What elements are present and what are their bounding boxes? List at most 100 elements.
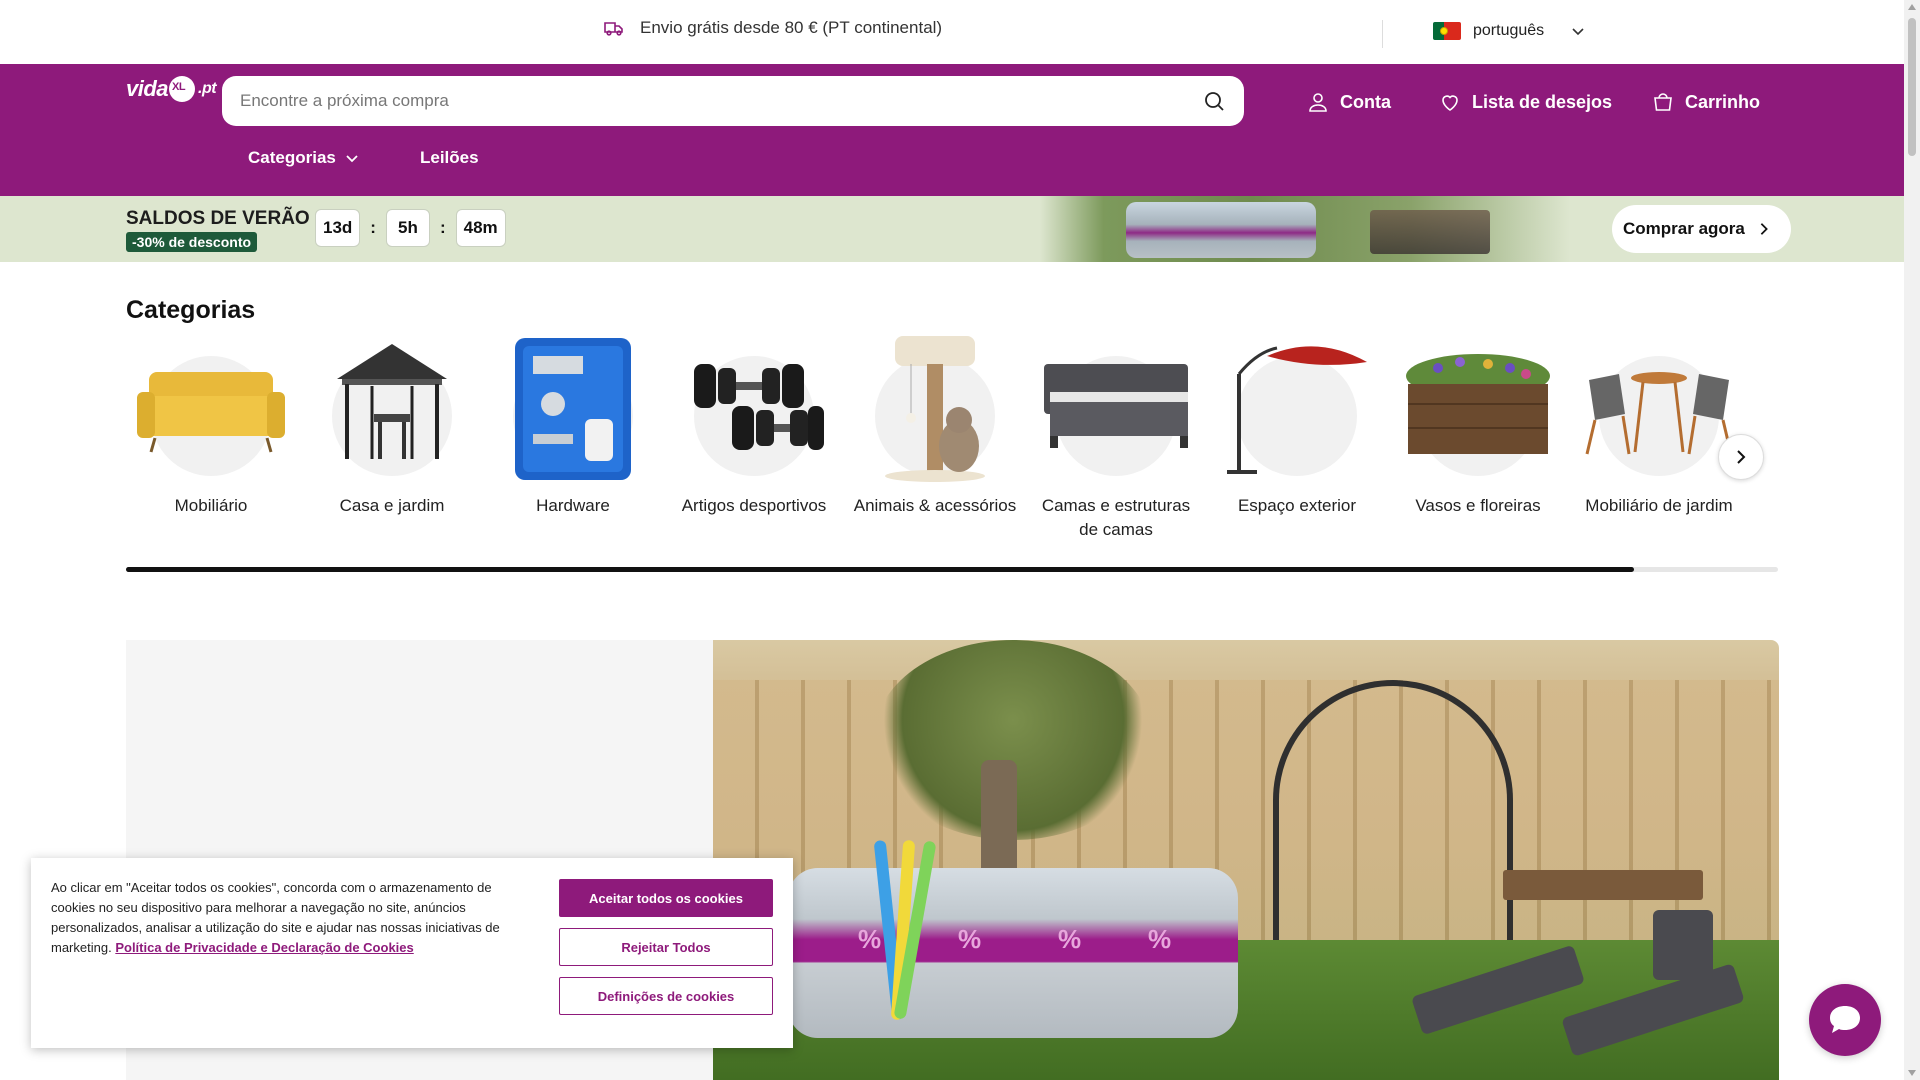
countdown-timer: 13d : 5h : 48m [315, 209, 506, 247]
category-planters[interactable]: Vasos e floreiras [1393, 334, 1563, 518]
accept-all-cookies-button[interactable]: Aceitar todos os cookies [559, 879, 773, 917]
category-beds[interactable]: Camas e estruturas de camas [1031, 334, 1201, 542]
category-image [131, 334, 291, 484]
category-image [674, 334, 834, 484]
category-garden-furniture[interactable]: Mobiliário de jardim [1574, 334, 1744, 518]
category-label: Animais & acessórios [853, 496, 1017, 515]
shop-now-button[interactable]: Comprar agora [1612, 205, 1791, 253]
chevron-right-icon [1760, 223, 1768, 235]
patio-set-illustration [1370, 210, 1490, 254]
cart-label: Carrinho [1685, 91, 1761, 112]
percent-icon: % [1148, 924, 1172, 954]
gazebo-icon [337, 344, 447, 459]
cookie-settings-button[interactable]: Definições de cookies [559, 977, 773, 1015]
chevron-down-icon [346, 155, 358, 163]
timer-separator: : [370, 218, 376, 237]
percent-icon: % [858, 924, 882, 954]
user-icon [1309, 93, 1327, 112]
language-selector[interactable]: português [1433, 22, 1586, 40]
logo-mark-icon [169, 76, 196, 102]
nav-categories-label: Categorias [248, 148, 336, 167]
sale-title: SALDOS DE VERÃO [126, 208, 310, 229]
category-image [1217, 334, 1377, 484]
logo-suffix: .pt [198, 80, 217, 97]
category-outdoor[interactable]: Espaço exterior [1212, 334, 1382, 518]
category-image [1036, 334, 1196, 484]
pool-illustration: % % % % [788, 868, 1238, 1038]
timer-minutes: 48m [455, 209, 506, 247]
category-pets[interactable]: Animais & acessórios [850, 334, 1020, 518]
category-furniture[interactable]: Mobiliário [126, 334, 296, 518]
pool-noodles-illustration [873, 839, 937, 1021]
category-label: Espaço exterior [1237, 496, 1357, 515]
search-icon[interactable] [1202, 89, 1226, 113]
wishlist-label: Lista de desejos [1472, 91, 1613, 112]
chat-bubble-icon [1830, 1006, 1860, 1033]
planter-icon [1406, 354, 1550, 454]
spray-gun-kit-icon [515, 338, 631, 480]
category-home-garden[interactable]: Casa e jardim [307, 334, 477, 518]
shipping-notice: Envio grátis desde 80 € (PT continental) [602, 16, 942, 40]
summer-sale-banner[interactable]: SALDOS DE VERÃO -30% de desconto 13d : 5… [0, 196, 1904, 262]
chat-button[interactable] [1809, 984, 1881, 1056]
category-image [1398, 334, 1558, 484]
categories-heading: Categorias [126, 296, 256, 324]
category-sports[interactable]: Artigos desportivos [669, 334, 839, 518]
cat-tree-icon [885, 336, 985, 482]
reject-all-cookies-button[interactable]: Rejeitar Todos [559, 928, 773, 966]
cart-link[interactable]: Carrinho [1651, 90, 1760, 114]
category-label: Camas e estruturas de camas [1041, 496, 1191, 539]
page-scrollbar[interactable] [1904, 0, 1920, 1080]
category-hardware[interactable]: Hardware [488, 334, 658, 518]
site-logo[interactable]: vida .pt [126, 76, 217, 102]
account-label: Conta [1340, 91, 1391, 112]
cookie-text: Ao clicar em "Aceitar todos os cookies",… [51, 878, 521, 958]
heart-icon [1442, 95, 1458, 111]
category-label: Hardware [536, 496, 610, 515]
sofa-icon [137, 372, 285, 453]
nav-auctions-label: Leilões [420, 148, 479, 167]
portugal-flag-icon [1433, 22, 1461, 40]
scroll-up-arrow-icon[interactable] [1908, 4, 1916, 10]
shipping-text: Envio grátis desde 80 € (PT continental) [640, 18, 943, 37]
nav-auctions[interactable]: Leilões [420, 148, 479, 168]
topbar-divider [1382, 20, 1383, 48]
parasol-icon [1227, 346, 1367, 474]
category-image [312, 334, 472, 484]
logo-text: vida [126, 76, 169, 101]
pool-illustration [1126, 202, 1316, 258]
dumbbells-icon [694, 364, 824, 450]
account-link[interactable]: Conta [1306, 90, 1391, 114]
scroll-down-arrow-icon[interactable] [1908, 1070, 1916, 1076]
bed-icon [1044, 364, 1188, 448]
hero-image[interactable]: % % % % [713, 640, 1779, 1080]
category-label: Mobiliário de jardim [1585, 496, 1733, 515]
privacy-policy-link[interactable]: Política de Privacidade e Declaração de … [115, 940, 413, 955]
shop-now-label: Comprar agora [1623, 219, 1745, 238]
discount-badge: -30% de desconto [126, 232, 258, 252]
carousel-scroll-progress[interactable] [126, 567, 1778, 572]
category-label: Mobiliário [174, 496, 248, 515]
category-image [855, 334, 1015, 484]
announcement-bar: Envio grátis desde 80 € (PT continental)… [0, 0, 1904, 64]
carousel-next-button[interactable] [1718, 434, 1764, 480]
patio-table-illustration [1503, 870, 1703, 900]
wishlist-link[interactable]: Lista de desejos [1438, 90, 1612, 114]
language-label: português [1473, 22, 1545, 39]
category-image [1579, 334, 1739, 484]
timer-separator: : [439, 218, 446, 237]
percent-icon: % [958, 924, 982, 954]
category-label: Artigos desportivos [681, 496, 827, 515]
sun-loungers-illustration [1410, 910, 1753, 1080]
site-header: vida.pt Conta Lista de desejos Carrinho … [0, 64, 1904, 196]
bistro-set-icon [1585, 372, 1733, 455]
timer-days: 13d [315, 209, 361, 247]
scrollbar-thumb[interactable] [1908, 18, 1916, 156]
category-image [493, 334, 653, 484]
nav-categories[interactable]: Categorias [248, 148, 360, 168]
search-input[interactable] [240, 91, 1202, 111]
shopping-bag-icon [1654, 93, 1672, 111]
category-label: Casa e jardim [339, 496, 445, 515]
category-label: Vasos e floreiras [1415, 496, 1541, 515]
timer-hours: 5h [385, 209, 430, 247]
